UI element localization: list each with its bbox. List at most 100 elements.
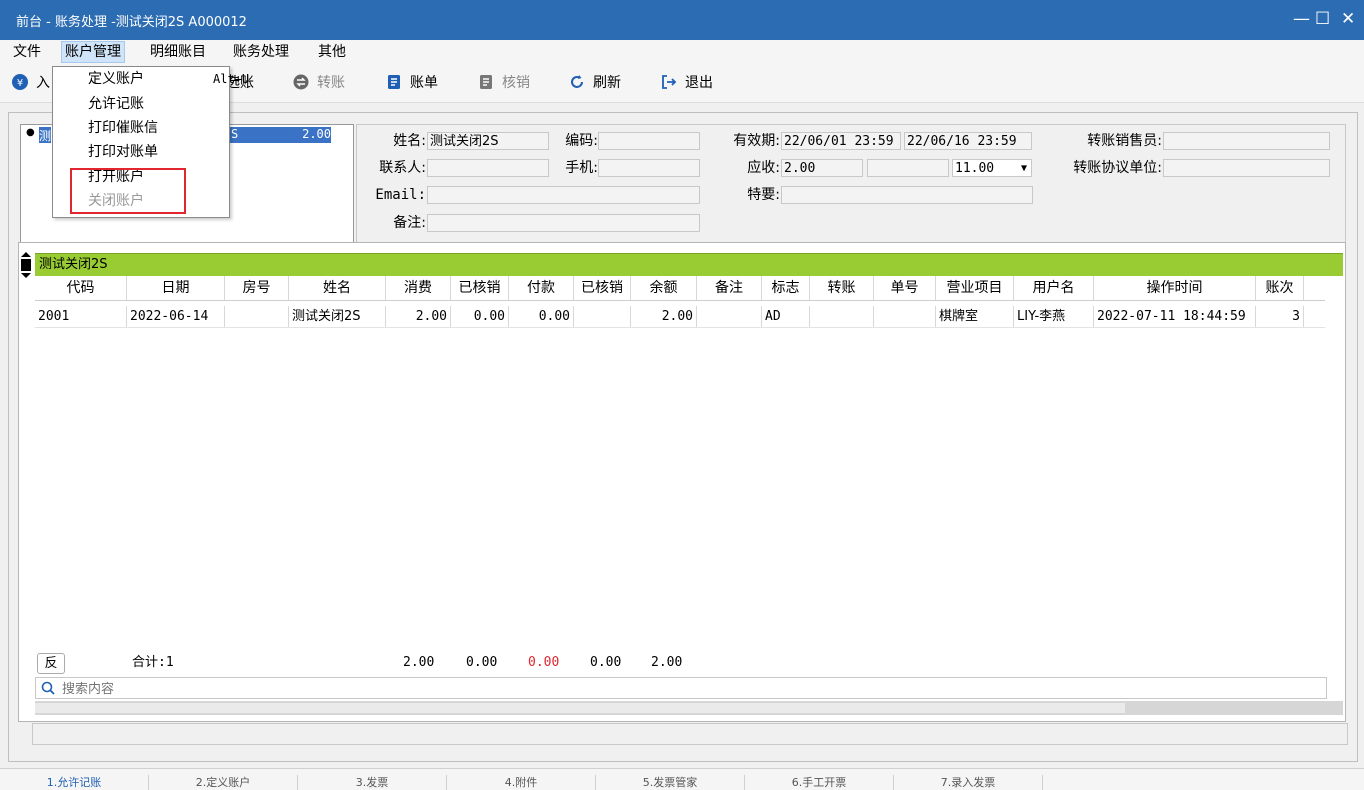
code-label: 编码:: [565, 133, 598, 149]
bottom-tab-5[interactable]: 5.发票管家: [596, 775, 745, 790]
column-header[interactable]: 用户名: [1014, 276, 1094, 300]
special-field[interactable]: [781, 186, 1033, 204]
menu-file[interactable]: 文件: [10, 42, 44, 62]
horizontal-scrollbar[interactable]: [35, 701, 1343, 715]
toolbar-bill-button[interactable]: 账单: [386, 72, 438, 94]
group-header[interactable]: 测试关闭2S: [35, 253, 1343, 276]
menu-bar: 文件 账户管理 明细账目 账务处理 其他: [0, 40, 1364, 64]
toolbar-transfer-button[interactable]: 转账: [293, 72, 345, 94]
bottom-tab-6[interactable]: 6.手工开票: [745, 775, 894, 790]
column-header[interactable]: 房号: [225, 276, 289, 300]
receivable-extra-field[interactable]: [867, 159, 949, 177]
summary-balance: 2.00: [651, 655, 683, 670]
toolbar-exit-button[interactable]: 退出: [661, 72, 713, 94]
summary-consume: 2.00: [403, 655, 435, 670]
maximize-button[interactable]: ☐: [1315, 8, 1330, 30]
special-label: 特要:: [747, 187, 780, 203]
column-header[interactable]: 日期: [127, 276, 225, 300]
column-header[interactable]: 操作时间: [1094, 276, 1256, 300]
bottom-tab-1[interactable]: 1.允许记账: [0, 775, 149, 790]
refresh-icon: [571, 75, 583, 88]
column-header[interactable]: 转账: [810, 276, 874, 300]
sales-field[interactable]: [1163, 132, 1330, 150]
column-header[interactable]: 账次: [1256, 276, 1304, 300]
table-row[interactable]: 2001 2022-06-14 测试关闭2S 2.00 0.00 0.00 2.00 AD 棋牌…: [35, 306, 1325, 328]
account-amount: 2.00: [302, 127, 331, 141]
email-label: Email:: [375, 187, 426, 203]
table-cell: 2.00: [631, 306, 697, 327]
table-cell: 2022-06-14: [127, 306, 225, 327]
valid-to-field[interactable]: 22/06/16 23:59: [904, 132, 1032, 150]
group-title: 测试关闭2S: [39, 257, 108, 272]
remark-field[interactable]: [427, 214, 700, 232]
minimize-button[interactable]: —: [1293, 8, 1310, 30]
bottom-tab-7[interactable]: 7.录入发票: [894, 775, 1043, 790]
title-bar: 前台 - 账务处理 -测试关闭2S A000012 — ☐ ✕: [0, 0, 1364, 40]
contact-field[interactable]: [427, 159, 549, 177]
agreement-label: 转账协议单位:: [1073, 160, 1162, 176]
receivable-label: 应收:: [747, 160, 780, 176]
agreement-field[interactable]: [1163, 159, 1330, 177]
menu-item-print-dunning-letter[interactable]: 打印催账信: [88, 117, 158, 139]
shortcut-label: Alt+U: [213, 72, 250, 86]
toolbar-first-button[interactable]: ¥ 入: [12, 72, 50, 94]
column-header[interactable]: 代码: [35, 276, 127, 300]
summary-count: 合计:1: [132, 655, 174, 670]
table-cell: AD: [762, 306, 810, 327]
column-header[interactable]: 消费: [386, 276, 451, 300]
mobile-label: 手机:: [565, 160, 598, 176]
table-cell: 测试关闭2S: [289, 306, 386, 327]
search-icon: [41, 681, 55, 695]
yen-circle-icon: ¥: [12, 74, 28, 90]
menu-detail-accounts[interactable]: 明细账目: [147, 42, 209, 62]
menu-other[interactable]: 其他: [315, 42, 349, 62]
mobile-field[interactable]: [598, 159, 700, 177]
menu-item-define-account[interactable]: 定义账户 Alt+U: [88, 68, 249, 90]
account-name-tail: S: [231, 127, 239, 141]
close-button[interactable]: ✕: [1341, 8, 1355, 30]
table-cell: [225, 306, 289, 327]
scrollbar-thumb[interactable]: [35, 703, 1125, 713]
search-bar[interactable]: [35, 677, 1327, 699]
bottom-tab-3[interactable]: 3.发票: [298, 775, 447, 790]
row-indicator: [20, 250, 32, 280]
name-label: 姓名:: [393, 133, 426, 149]
column-header[interactable]: 付款: [509, 276, 574, 300]
menu-account-management[interactable]: 账户管理: [61, 41, 125, 63]
email-field[interactable]: [427, 186, 700, 204]
bottom-tab-2[interactable]: 2.定义账户: [149, 775, 298, 790]
column-header[interactable]: 营业项目: [936, 276, 1014, 300]
column-header[interactable]: 已核销: [574, 276, 631, 300]
summary-row: 反 合计:1 2.00 0.00 0.00 0.00 2.00: [35, 652, 1327, 674]
code-field[interactable]: [598, 132, 700, 150]
table-cell: 2001: [35, 306, 127, 327]
column-header[interactable]: 姓名: [289, 276, 386, 300]
table-cell: 0.00: [509, 306, 574, 327]
column-header[interactable]: 备注: [697, 276, 762, 300]
column-header[interactable]: 单号: [874, 276, 936, 300]
receivable-field[interactable]: 2.00: [781, 159, 863, 177]
valid-from-field[interactable]: 22/06/01 23:59: [781, 132, 901, 150]
table-cell: 2022-07-11 18:44:59: [1094, 306, 1256, 327]
menu-item-print-statement[interactable]: 打印对账单: [88, 141, 158, 163]
toolbar-refresh-button[interactable]: 刷新: [569, 72, 621, 94]
name-field[interactable]: 测试关闭2S: [427, 132, 549, 150]
column-header[interactable]: 余额: [631, 276, 697, 300]
limit-dropdown[interactable]: 11.00 ▼: [952, 159, 1032, 177]
svg-text:¥: ¥: [17, 78, 23, 89]
table-cell: [810, 306, 874, 327]
column-header[interactable]: 标志: [762, 276, 810, 300]
menu-accounting[interactable]: 账务处理: [230, 42, 292, 62]
bottom-tab-4[interactable]: 4.附件: [447, 775, 596, 790]
reverse-button[interactable]: 反: [37, 653, 65, 674]
column-header[interactable]: 已核销: [451, 276, 509, 300]
summary-written-off-2: 0.00: [590, 655, 622, 670]
chevron-down-icon: ▼: [1020, 163, 1027, 174]
search-input[interactable]: [60, 679, 1264, 699]
limit-value: 11.00: [955, 161, 995, 176]
transfer-icon: [293, 74, 309, 90]
table-cell: 2.00: [386, 306, 451, 327]
menu-item-allow-posting[interactable]: 允许记账: [88, 93, 144, 115]
row-indicator-icon: [21, 252, 31, 278]
toolbar-writeoff-button[interactable]: 核销: [478, 72, 530, 94]
